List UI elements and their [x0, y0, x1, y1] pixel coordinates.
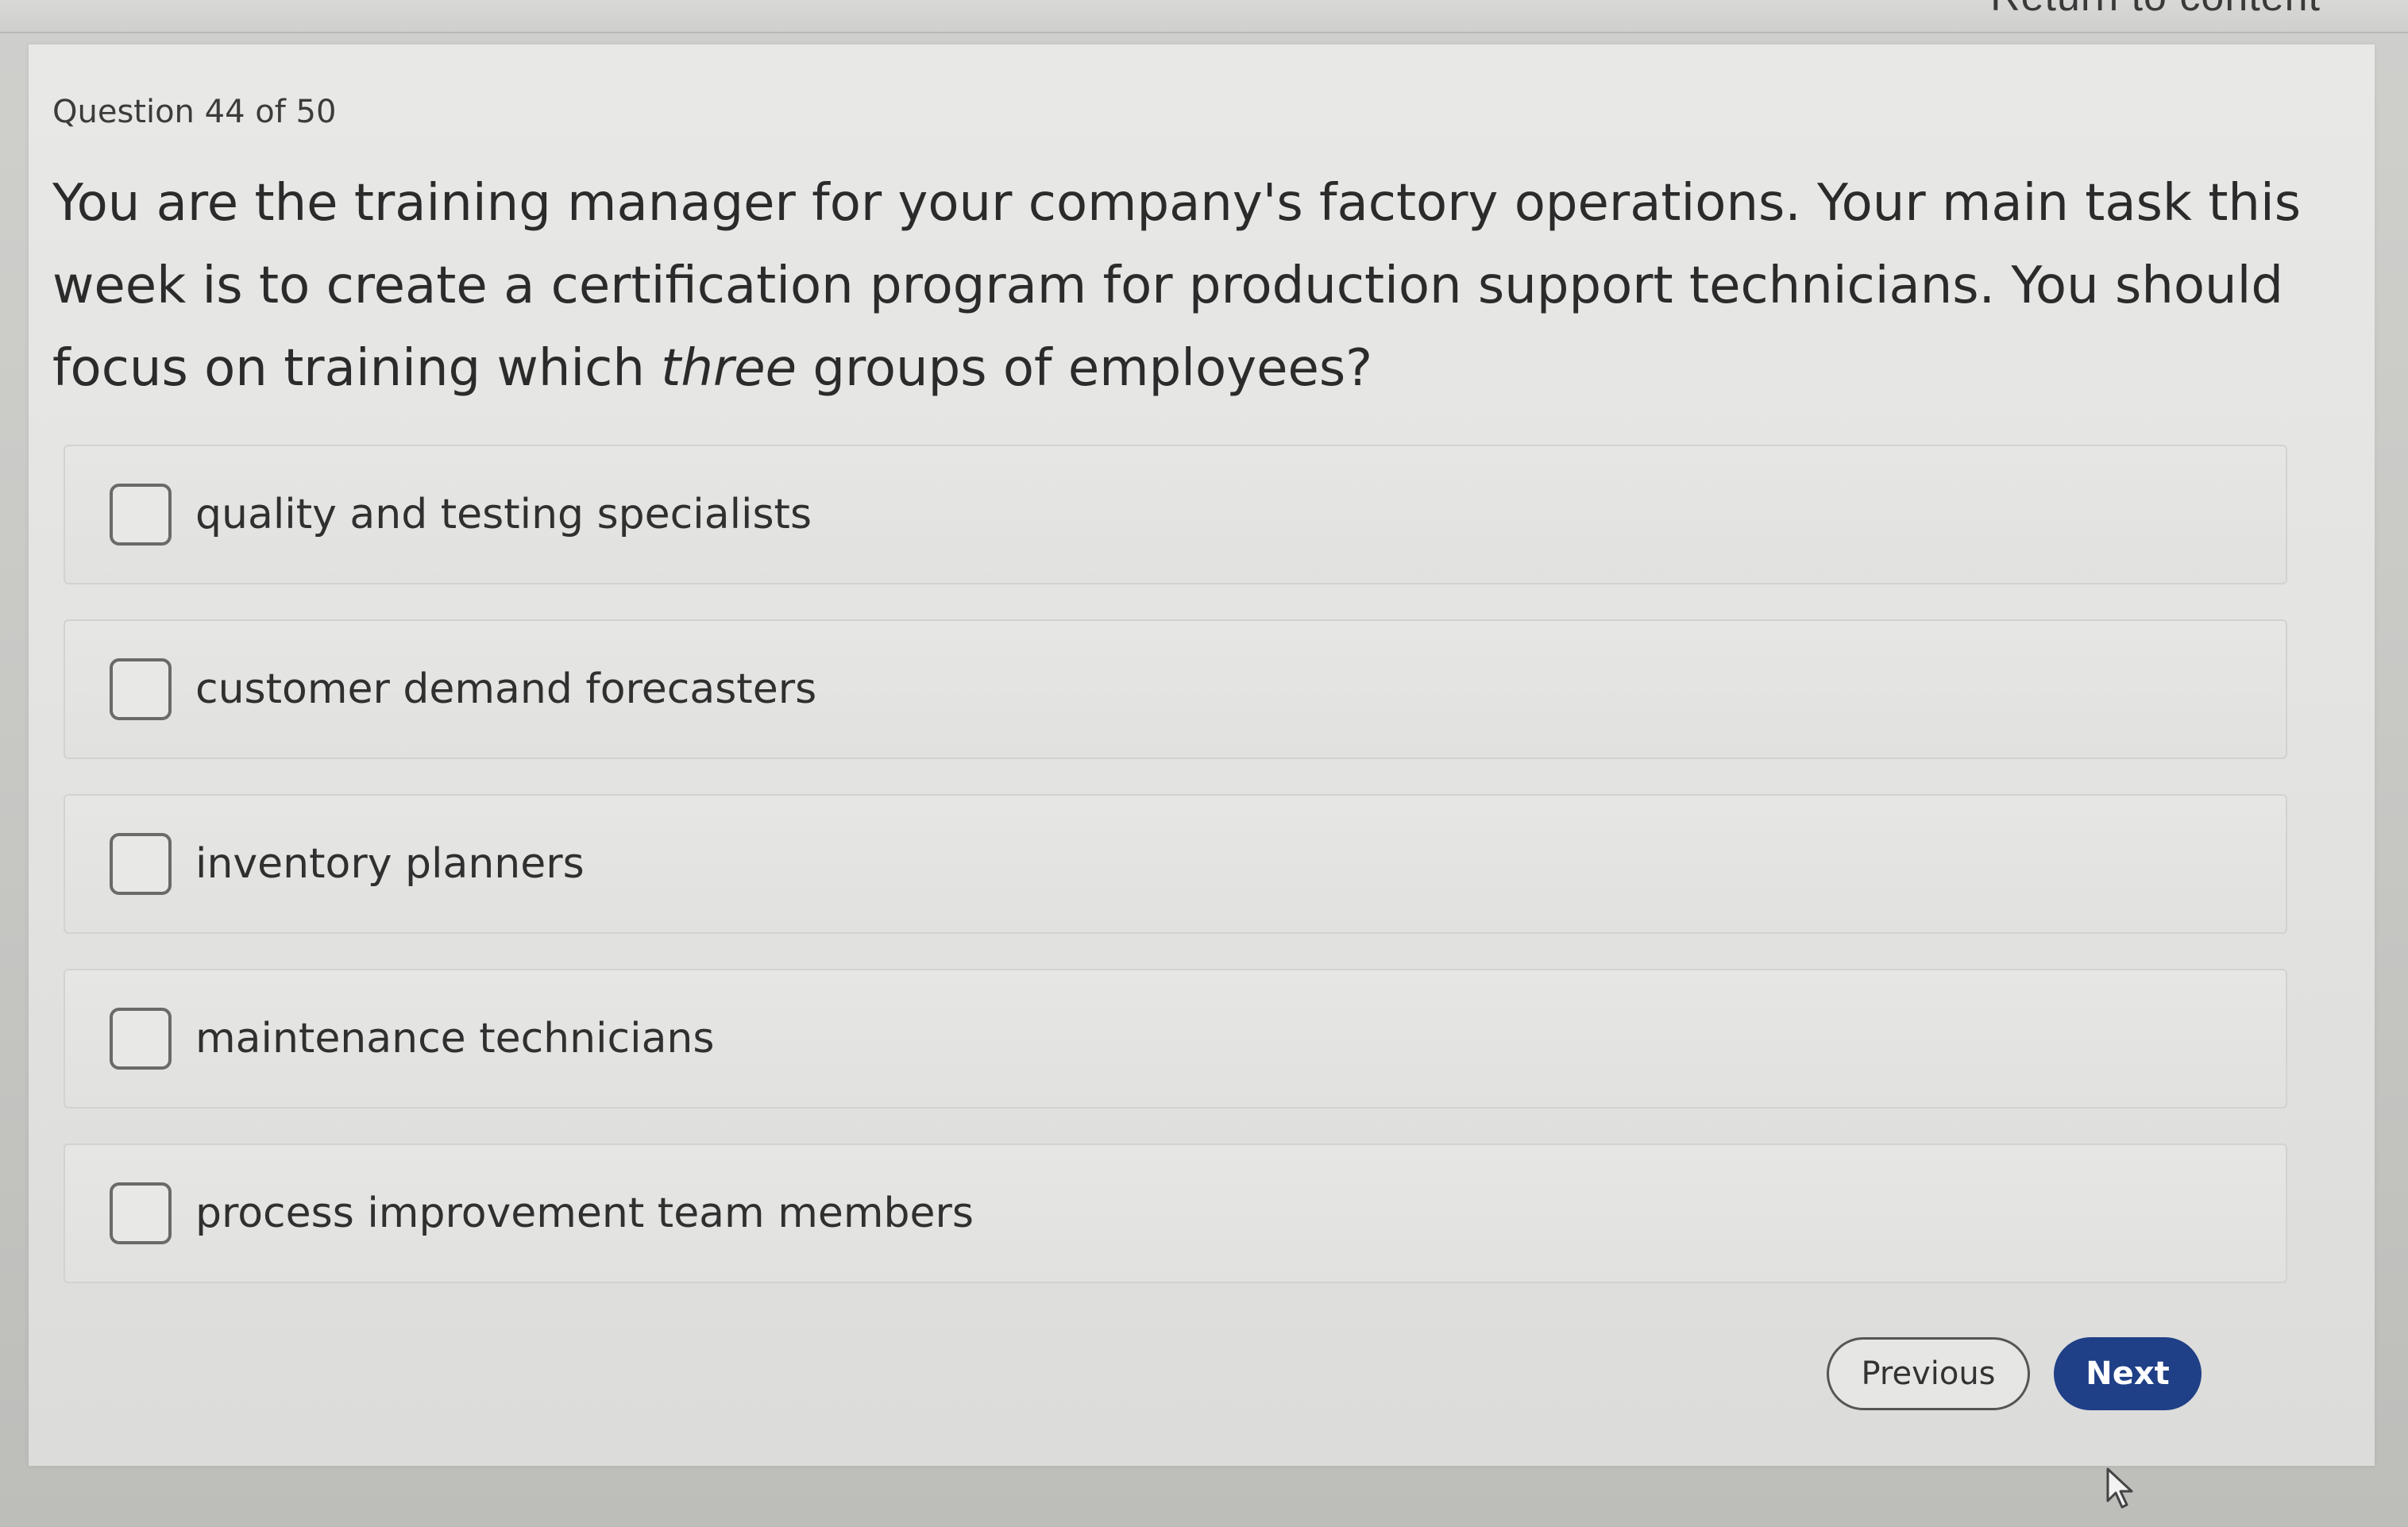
question-text: You are the training manager for your co…: [52, 162, 2324, 410]
answer-option-label: customer demand forecasters: [195, 665, 817, 713]
answer-option[interactable]: maintenance technicians: [64, 969, 2287, 1109]
answer-option[interactable]: quality and testing specialists: [64, 445, 2287, 584]
top-bar: Return to content: [0, 0, 2408, 33]
previous-button[interactable]: Previous: [1827, 1337, 2030, 1410]
question-panel: Question 44 of 50 You are the training m…: [29, 44, 2375, 1466]
answer-option-label: inventory planners: [195, 840, 585, 888]
answer-checkbox[interactable]: [110, 658, 172, 720]
answer-option[interactable]: customer demand forecasters: [64, 619, 2287, 759]
answer-option[interactable]: process improvement team members: [64, 1143, 2287, 1283]
question-counter: Question 44 of 50: [52, 94, 337, 130]
answer-option[interactable]: inventory planners: [64, 794, 2287, 934]
answer-option-label: maintenance technicians: [195, 1015, 715, 1062]
answer-checkbox[interactable]: [110, 484, 172, 546]
answer-checkbox[interactable]: [110, 1182, 172, 1244]
mouse-pointer-icon: [2106, 1467, 2133, 1509]
next-button[interactable]: Next: [2054, 1337, 2202, 1410]
question-text-emphasis: three: [661, 339, 797, 398]
answer-option-label: process improvement team members: [195, 1190, 974, 1237]
return-to-content-link[interactable]: Return to content: [1990, 0, 2321, 21]
answer-checkbox[interactable]: [110, 833, 172, 895]
question-text-after: groups of employees?: [796, 339, 1373, 398]
answer-option-label: quality and testing specialists: [195, 491, 812, 538]
answer-options: quality and testing specialists customer…: [64, 445, 2287, 1318]
answer-checkbox[interactable]: [110, 1008, 172, 1070]
